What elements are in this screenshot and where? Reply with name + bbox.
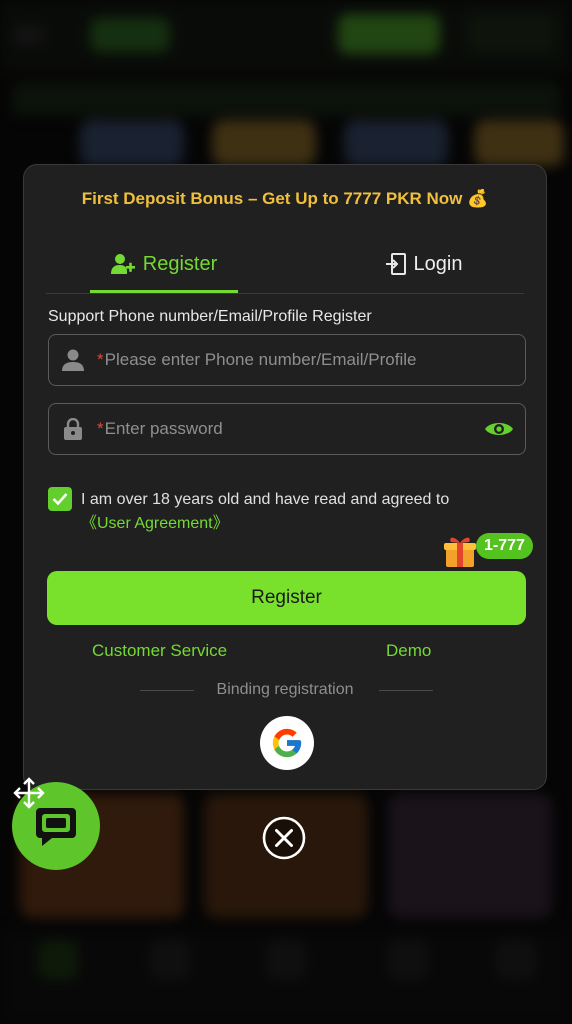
auth-tabs: Register Login — [46, 237, 524, 294]
help-links: Customer Service Demo — [24, 641, 546, 663]
password-input[interactable] — [104, 419, 473, 439]
checkmark-icon — [52, 493, 68, 506]
divider — [379, 690, 433, 691]
phone-email-input[interactable] — [104, 350, 525, 370]
agreement-text-block: I am over 18 years old and have read and… — [81, 488, 521, 536]
move-arrows-icon[interactable] — [12, 776, 46, 810]
bonus-badge: 1-777 — [476, 533, 533, 559]
password-field[interactable]: * — [48, 403, 526, 455]
active-tab-indicator — [90, 290, 238, 293]
register-button[interactable]: Register — [47, 571, 526, 625]
chat-bubble-icon — [36, 808, 76, 846]
google-icon — [272, 728, 302, 758]
tab-register-label: Register — [142, 252, 218, 275]
customer-service-link[interactable]: Customer Service — [92, 641, 227, 661]
eye-icon[interactable] — [473, 419, 525, 439]
user-agreement-link[interactable]: 《User Agreement》 — [81, 515, 229, 532]
agreement-checkbox[interactable] — [48, 487, 72, 511]
tab-register[interactable]: Register — [90, 237, 238, 293]
agreement-text: I am over 18 years old and have read and… — [81, 491, 450, 508]
google-login-button[interactable] — [260, 716, 314, 770]
lock-icon — [49, 418, 97, 440]
login-door-icon — [385, 253, 406, 275]
binding-registration: Binding registration — [24, 681, 546, 701]
user-icon — [49, 349, 97, 371]
divider — [140, 690, 194, 691]
phone-field[interactable]: * — [48, 334, 526, 386]
register-modal: First Deposit Bonus – Get Up to 7777 PKR… — [23, 164, 547, 790]
support-text: Support Phone number/Email/Profile Regis… — [48, 308, 372, 325]
tab-login-label: Login — [413, 252, 463, 275]
required-mark: * — [97, 419, 104, 438]
close-icon[interactable] — [262, 816, 306, 860]
required-mark: * — [97, 350, 104, 369]
binding-label: Binding registration — [216, 681, 354, 698]
promo-headline: First Deposit Bonus – Get Up to 7777 PKR… — [81, 189, 489, 208]
user-add-icon — [110, 253, 135, 275]
gift-icon — [444, 537, 476, 567]
tab-login[interactable]: Login — [364, 237, 484, 291]
demo-link[interactable]: Demo — [386, 641, 431, 661]
